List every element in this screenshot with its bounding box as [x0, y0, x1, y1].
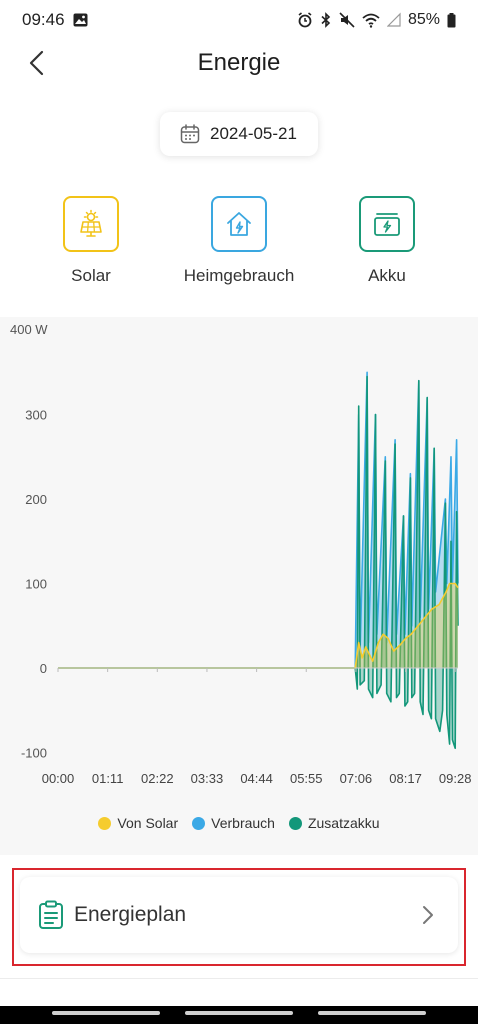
date-selector[interactable]: 2024-05-21: [160, 112, 318, 156]
battery-status-icon: [447, 12, 456, 27]
y-axis-unit-label: 400 W: [10, 322, 48, 337]
category-akku[interactable]: Akku: [332, 196, 442, 286]
y-tick-label: 100: [25, 577, 47, 592]
battery-percentage: 85%: [407, 11, 440, 28]
legend-label: Zusatzakku: [307, 815, 380, 831]
solar-icon-box: [63, 196, 119, 252]
series-layer: [58, 371, 459, 750]
back-button[interactable]: [18, 44, 56, 82]
x-tick-label: 05:55: [290, 771, 323, 786]
home-icon: [227, 212, 251, 236]
nav-home-button[interactable]: [185, 1011, 293, 1015]
status-bar: 09:46 85%: [0, 0, 478, 40]
solar-panel-icon: [80, 209, 102, 237]
nav-back-button[interactable]: [318, 1011, 426, 1015]
system-nav-bar: [0, 1006, 478, 1024]
legend-dot: [288, 816, 302, 830]
x-tick-label: 08:17: [389, 771, 422, 786]
category-solar-label: Solar: [71, 266, 111, 285]
clipboard-icon: [39, 900, 63, 929]
legend-label: Verbrauch: [211, 815, 275, 831]
wifi-icon: [362, 13, 380, 28]
app-header: Energie: [0, 40, 478, 86]
y-tick-label: 200: [25, 492, 47, 507]
energieplan-label: Energieplan: [74, 903, 187, 926]
mute-icon: [339, 12, 355, 28]
x-tick-label: 00:00: [42, 771, 75, 786]
signal-icon: [386, 12, 401, 27]
energieplan-button[interactable]: Energieplan: [20, 877, 458, 953]
bluetooth-icon: [321, 12, 331, 28]
legend-dot: [192, 816, 206, 830]
y-tick-label: -100: [21, 746, 47, 761]
legend-item[interactable]: Von Solar: [98, 815, 178, 831]
calendar-icon: [180, 124, 200, 144]
x-tick-label: 07:06: [340, 771, 373, 786]
series-area-verbrauch: [58, 372, 458, 668]
legend-item[interactable]: Verbrauch: [192, 815, 275, 831]
status-time: 09:46: [22, 10, 65, 29]
x-tick-label: 04:44: [240, 771, 273, 786]
battery-icon: [374, 213, 400, 236]
energy-chart: 400 W 300 200 100 0 -100 00:00 01:11 02:22 03:3…: [0, 317, 478, 855]
legend-label: Von Solar: [117, 815, 179, 831]
battery-icon-box: [359, 196, 415, 252]
chevron-left-icon: [29, 50, 44, 76]
home-icon-box: [211, 196, 267, 252]
x-tick-label: 03:33: [191, 771, 224, 786]
alarm-icon: [298, 12, 312, 28]
bottom-divider: [0, 978, 478, 979]
category-heimgebrauch[interactable]: Heimgebrauch: [184, 196, 294, 286]
legend-dot: [98, 816, 112, 830]
series-area-zusatzakku: [58, 376, 458, 749]
category-solar[interactable]: Solar: [36, 196, 146, 286]
page-title: Energie: [197, 49, 281, 76]
x-tick-label: 01:11: [92, 771, 124, 786]
date-value: 2024-05-21: [210, 124, 297, 143]
x-tick-label: 09:28: [439, 771, 472, 786]
nav-recents-button[interactable]: [52, 1011, 160, 1015]
image-notification-icon: [73, 13, 88, 27]
legend-item[interactable]: Zusatzakku: [288, 815, 380, 831]
chevron-right-icon: [423, 906, 433, 924]
x-tick-label: 02:22: [141, 771, 174, 786]
chart-legend: Von Solar Verbrauch Zusatzakku: [0, 815, 478, 831]
y-axis-ticks: 300 200 100 0 -100: [21, 408, 47, 761]
energy-chart-svg: 400 W 300 200 100 0 -100 00:00 01:11 02:22 03:3…: [10, 322, 472, 786]
status-icons: 85%: [297, 11, 456, 29]
category-heimgebrauch-label: Heimgebrauch: [183, 266, 295, 285]
category-akku-label: Akku: [368, 266, 406, 285]
y-tick-label: 0: [40, 661, 47, 676]
y-tick-label: 300: [25, 408, 47, 423]
